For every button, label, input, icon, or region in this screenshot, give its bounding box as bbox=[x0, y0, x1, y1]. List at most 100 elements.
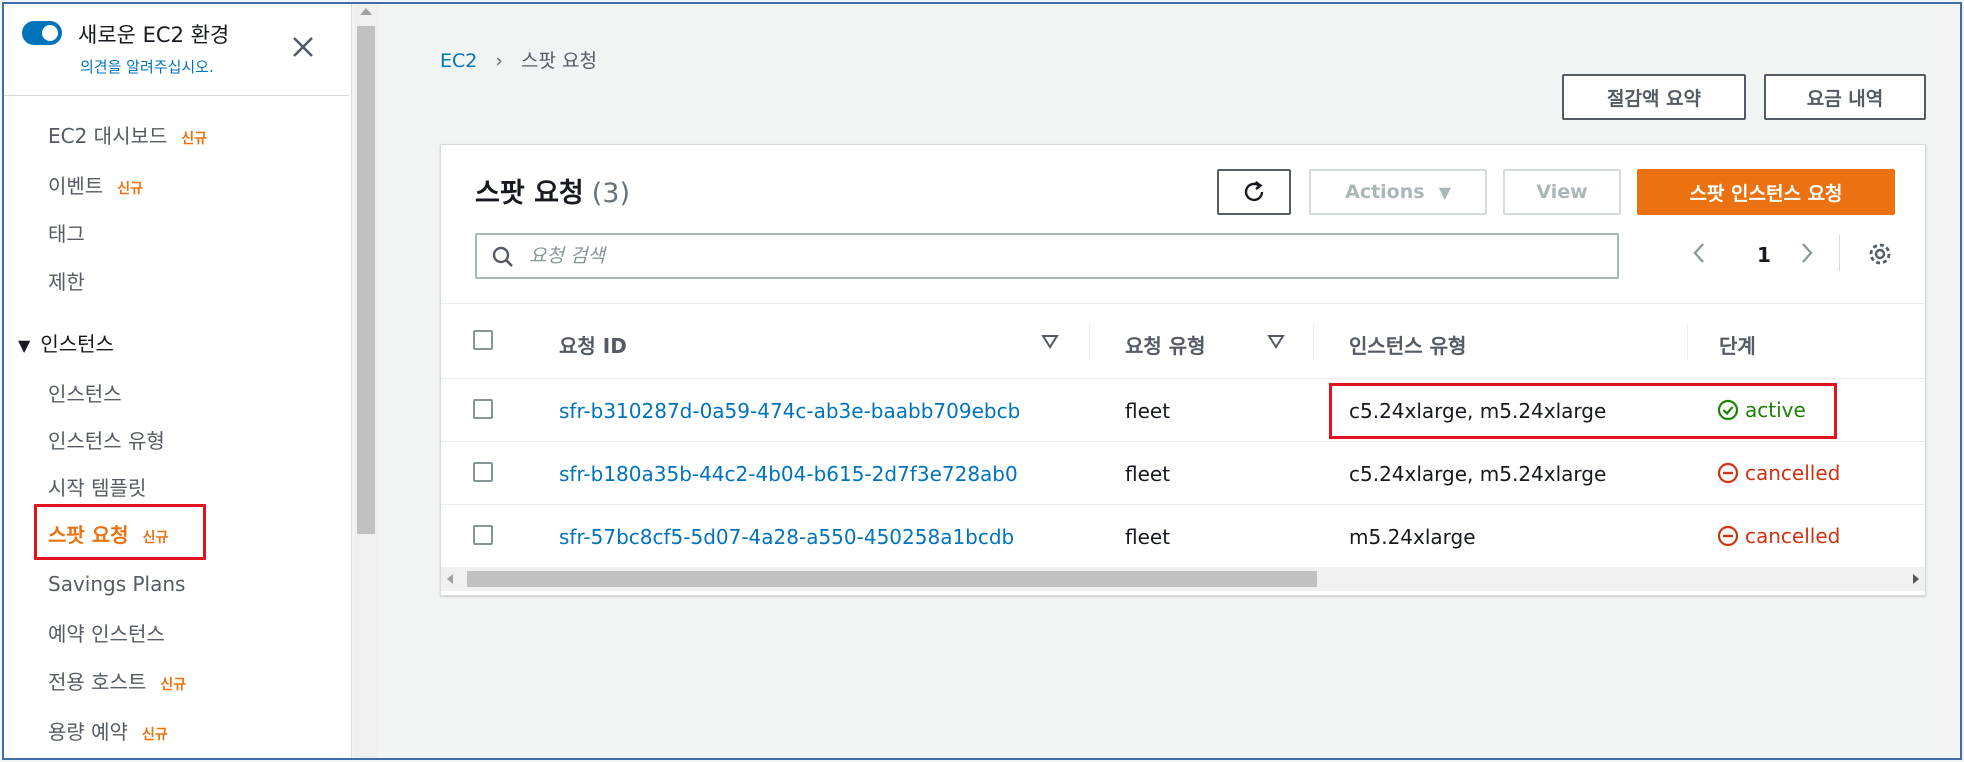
column-header-instance-type[interactable]: 인스턴스 유형 bbox=[1349, 330, 1466, 359]
sidebar: 새로운 EC2 환경 의견을 알려주십시오. EC2 대시보드 신규 이벤트 신규 … bbox=[4, 4, 352, 758]
scrollbar-thumb[interactable] bbox=[467, 571, 1317, 587]
pager-divider bbox=[1839, 235, 1840, 271]
status-badge: cancelled bbox=[1717, 524, 1840, 548]
sort-icon[interactable] bbox=[1267, 334, 1285, 350]
sidebar-item-instances[interactable]: 인스턴스 bbox=[48, 378, 122, 407]
sidebar-item-label: 이벤트 bbox=[48, 174, 104, 198]
column-header-request-type[interactable]: 요청 유형 bbox=[1125, 330, 1206, 359]
sidebar-item-dedicated-hosts[interactable]: 전용 호스트 신규 bbox=[48, 666, 186, 695]
sidebar-item-limits[interactable]: 제한 bbox=[48, 266, 85, 295]
request-type-cell: fleet bbox=[1125, 525, 1171, 549]
sidebar-item-label: 인스턴스 bbox=[48, 382, 122, 406]
sidebar-item-events[interactable]: 이벤트 신규 bbox=[48, 170, 143, 199]
row-checkbox[interactable] bbox=[473, 462, 493, 482]
highlight-box-sidebar bbox=[34, 504, 206, 560]
sidebar-item-reserved-instances[interactable]: 예약 인스턴스 bbox=[48, 618, 165, 647]
request-id-link[interactable]: sfr-57bc8cf5-5d07-4a28-a550-450258a1bcdb bbox=[559, 525, 1014, 549]
savings-summary-button[interactable]: 절감액 요약 bbox=[1562, 74, 1746, 120]
panel-count: (3) bbox=[591, 178, 631, 209]
sidebar-item-label: EC2 대시보드 bbox=[48, 124, 168, 148]
column-divider bbox=[1089, 324, 1090, 360]
request-type-cell: fleet bbox=[1125, 399, 1171, 423]
breadcrumb-current: 스팟 요청 bbox=[520, 50, 597, 72]
caret-down-icon: ▼ bbox=[1438, 182, 1451, 202]
minus-circle-icon bbox=[1717, 462, 1739, 484]
table-horizontal-scrollbar[interactable] bbox=[441, 567, 1925, 591]
request-spot-instances-button[interactable]: 스팟 인스턴스 요청 bbox=[1637, 169, 1895, 215]
row-checkbox[interactable] bbox=[473, 399, 493, 419]
highlight-box-table bbox=[1329, 383, 1837, 439]
actions-dropdown[interactable]: Actions ▼ bbox=[1309, 169, 1487, 215]
sidebar-item-label: 전용 호스트 bbox=[48, 670, 147, 694]
refresh-icon bbox=[1244, 181, 1264, 202]
status-badge: cancelled bbox=[1717, 461, 1840, 485]
settings-gear-icon[interactable] bbox=[1867, 241, 1893, 272]
panel-title-text: 스팟 요청 bbox=[475, 178, 584, 209]
sidebar-item-label: Savings Plans bbox=[48, 572, 186, 596]
column-divider bbox=[1313, 324, 1314, 360]
new-experience-toggle[interactable] bbox=[22, 21, 62, 45]
new-badge: 신규 bbox=[160, 677, 187, 693]
view-button[interactable]: View bbox=[1503, 169, 1621, 215]
pagination-prev-icon[interactable] bbox=[1691, 241, 1707, 270]
sidebar-item-ec2-dashboard[interactable]: EC2 대시보드 신규 bbox=[48, 120, 207, 149]
sidebar-item-label: 시작 템플릿 bbox=[48, 476, 147, 500]
table-row[interactable]: sfr-b180a35b-44c2-4b04-b615-2d7f3e728ab0… bbox=[441, 442, 1925, 505]
refresh-button[interactable] bbox=[1217, 169, 1291, 215]
sidebar-section-instances[interactable]: ▼ 인스턴스 bbox=[18, 328, 114, 357]
column-header-state[interactable]: 단계 bbox=[1719, 330, 1756, 359]
instance-type-cell: m5.24xlarge bbox=[1349, 525, 1476, 549]
scroll-left-arrow-icon[interactable] bbox=[447, 574, 453, 584]
sidebar-item-label: 용량 예약 bbox=[48, 720, 128, 744]
scrollbar-thumb[interactable] bbox=[357, 26, 375, 534]
sidebar-header-title: 새로운 EC2 환경 bbox=[78, 23, 230, 47]
search-box[interactable] bbox=[475, 233, 1619, 279]
sidebar-item-savings-plans[interactable]: Savings Plans bbox=[48, 572, 185, 596]
sidebar-item-instance-types[interactable]: 인스턴스 유형 bbox=[48, 425, 165, 454]
close-icon[interactable] bbox=[288, 32, 318, 62]
spot-requests-panel: 스팟 요청(3) Actions ▼ View 스팟 인스턴스 요청 1 요청 … bbox=[440, 144, 1926, 596]
status-text: cancelled bbox=[1745, 461, 1841, 485]
instance-type-cell: c5.24xlarge, m5.24xlarge bbox=[1349, 462, 1607, 486]
sidebar-item-label: 제한 bbox=[48, 270, 85, 294]
table-header: 요청 ID 요청 유형 인스턴스 유형 단계 bbox=[441, 303, 1925, 379]
panel-title: 스팟 요청 (3) bbox=[475, 171, 630, 210]
chevron-right-icon: › bbox=[495, 50, 503, 72]
feedback-link[interactable]: 의견을 알려주십시오. bbox=[80, 56, 214, 77]
request-id-link[interactable]: sfr-b180a35b-44c2-4b04-b615-2d7f3e728ab0 bbox=[559, 462, 1018, 486]
new-badge: 신규 bbox=[181, 131, 208, 147]
pagination-page-number[interactable]: 1 bbox=[1757, 243, 1771, 267]
request-id-link[interactable]: sfr-b310287d-0a59-474c-ab3e-baabb709ebcb bbox=[559, 399, 1020, 423]
request-type-cell: fleet bbox=[1125, 462, 1171, 486]
select-all-checkbox[interactable] bbox=[473, 330, 493, 350]
breadcrumb: EC2 › 스팟 요청 bbox=[440, 46, 597, 73]
new-badge: 신규 bbox=[117, 181, 143, 197]
sidebar-item-tags[interactable]: 태그 bbox=[48, 218, 85, 247]
caret-down-icon: ▼ bbox=[18, 336, 31, 355]
sidebar-scrollbar[interactable] bbox=[354, 4, 378, 758]
sidebar-header: 새로운 EC2 환경 의견을 알려주십시오. bbox=[4, 4, 349, 96]
sidebar-item-label: 태그 bbox=[48, 222, 85, 246]
app-frame: 새로운 EC2 환경 의견을 알려주십시오. EC2 대시보드 신규 이벤트 신규 … bbox=[2, 2, 1962, 760]
sidebar-section-label: 인스턴스 bbox=[40, 332, 114, 356]
minus-circle-icon bbox=[1717, 525, 1739, 547]
sidebar-item-label: 예약 인스턴스 bbox=[48, 622, 165, 646]
new-badge: 신규 bbox=[141, 727, 168, 743]
pricing-history-button[interactable]: 요금 내역 bbox=[1764, 74, 1926, 120]
status-text: cancelled bbox=[1745, 524, 1841, 548]
table-row[interactable]: sfr-57bc8cf5-5d07-4a28-a550-450258a1bcdb… bbox=[441, 505, 1925, 568]
column-header-request-id[interactable]: 요청 ID bbox=[559, 330, 627, 359]
sidebar-item-launch-templates[interactable]: 시작 템플릿 bbox=[48, 472, 146, 501]
sidebar-item-capacity-reservations[interactable]: 용량 예약 신규 bbox=[48, 716, 168, 745]
search-icon bbox=[492, 246, 513, 267]
column-divider bbox=[1687, 324, 1688, 360]
row-checkbox[interactable] bbox=[473, 525, 493, 545]
sidebar-item-label: 인스턴스 유형 bbox=[48, 429, 165, 453]
search-input[interactable] bbox=[529, 243, 1589, 269]
sort-icon[interactable] bbox=[1041, 334, 1059, 350]
scroll-right-arrow-icon[interactable] bbox=[1913, 574, 1919, 584]
breadcrumb-ec2-link[interactable]: EC2 bbox=[440, 50, 477, 72]
scroll-up-arrow-icon[interactable] bbox=[360, 8, 372, 15]
pagination-next-icon[interactable] bbox=[1799, 241, 1815, 270]
actions-label: Actions bbox=[1345, 181, 1425, 203]
